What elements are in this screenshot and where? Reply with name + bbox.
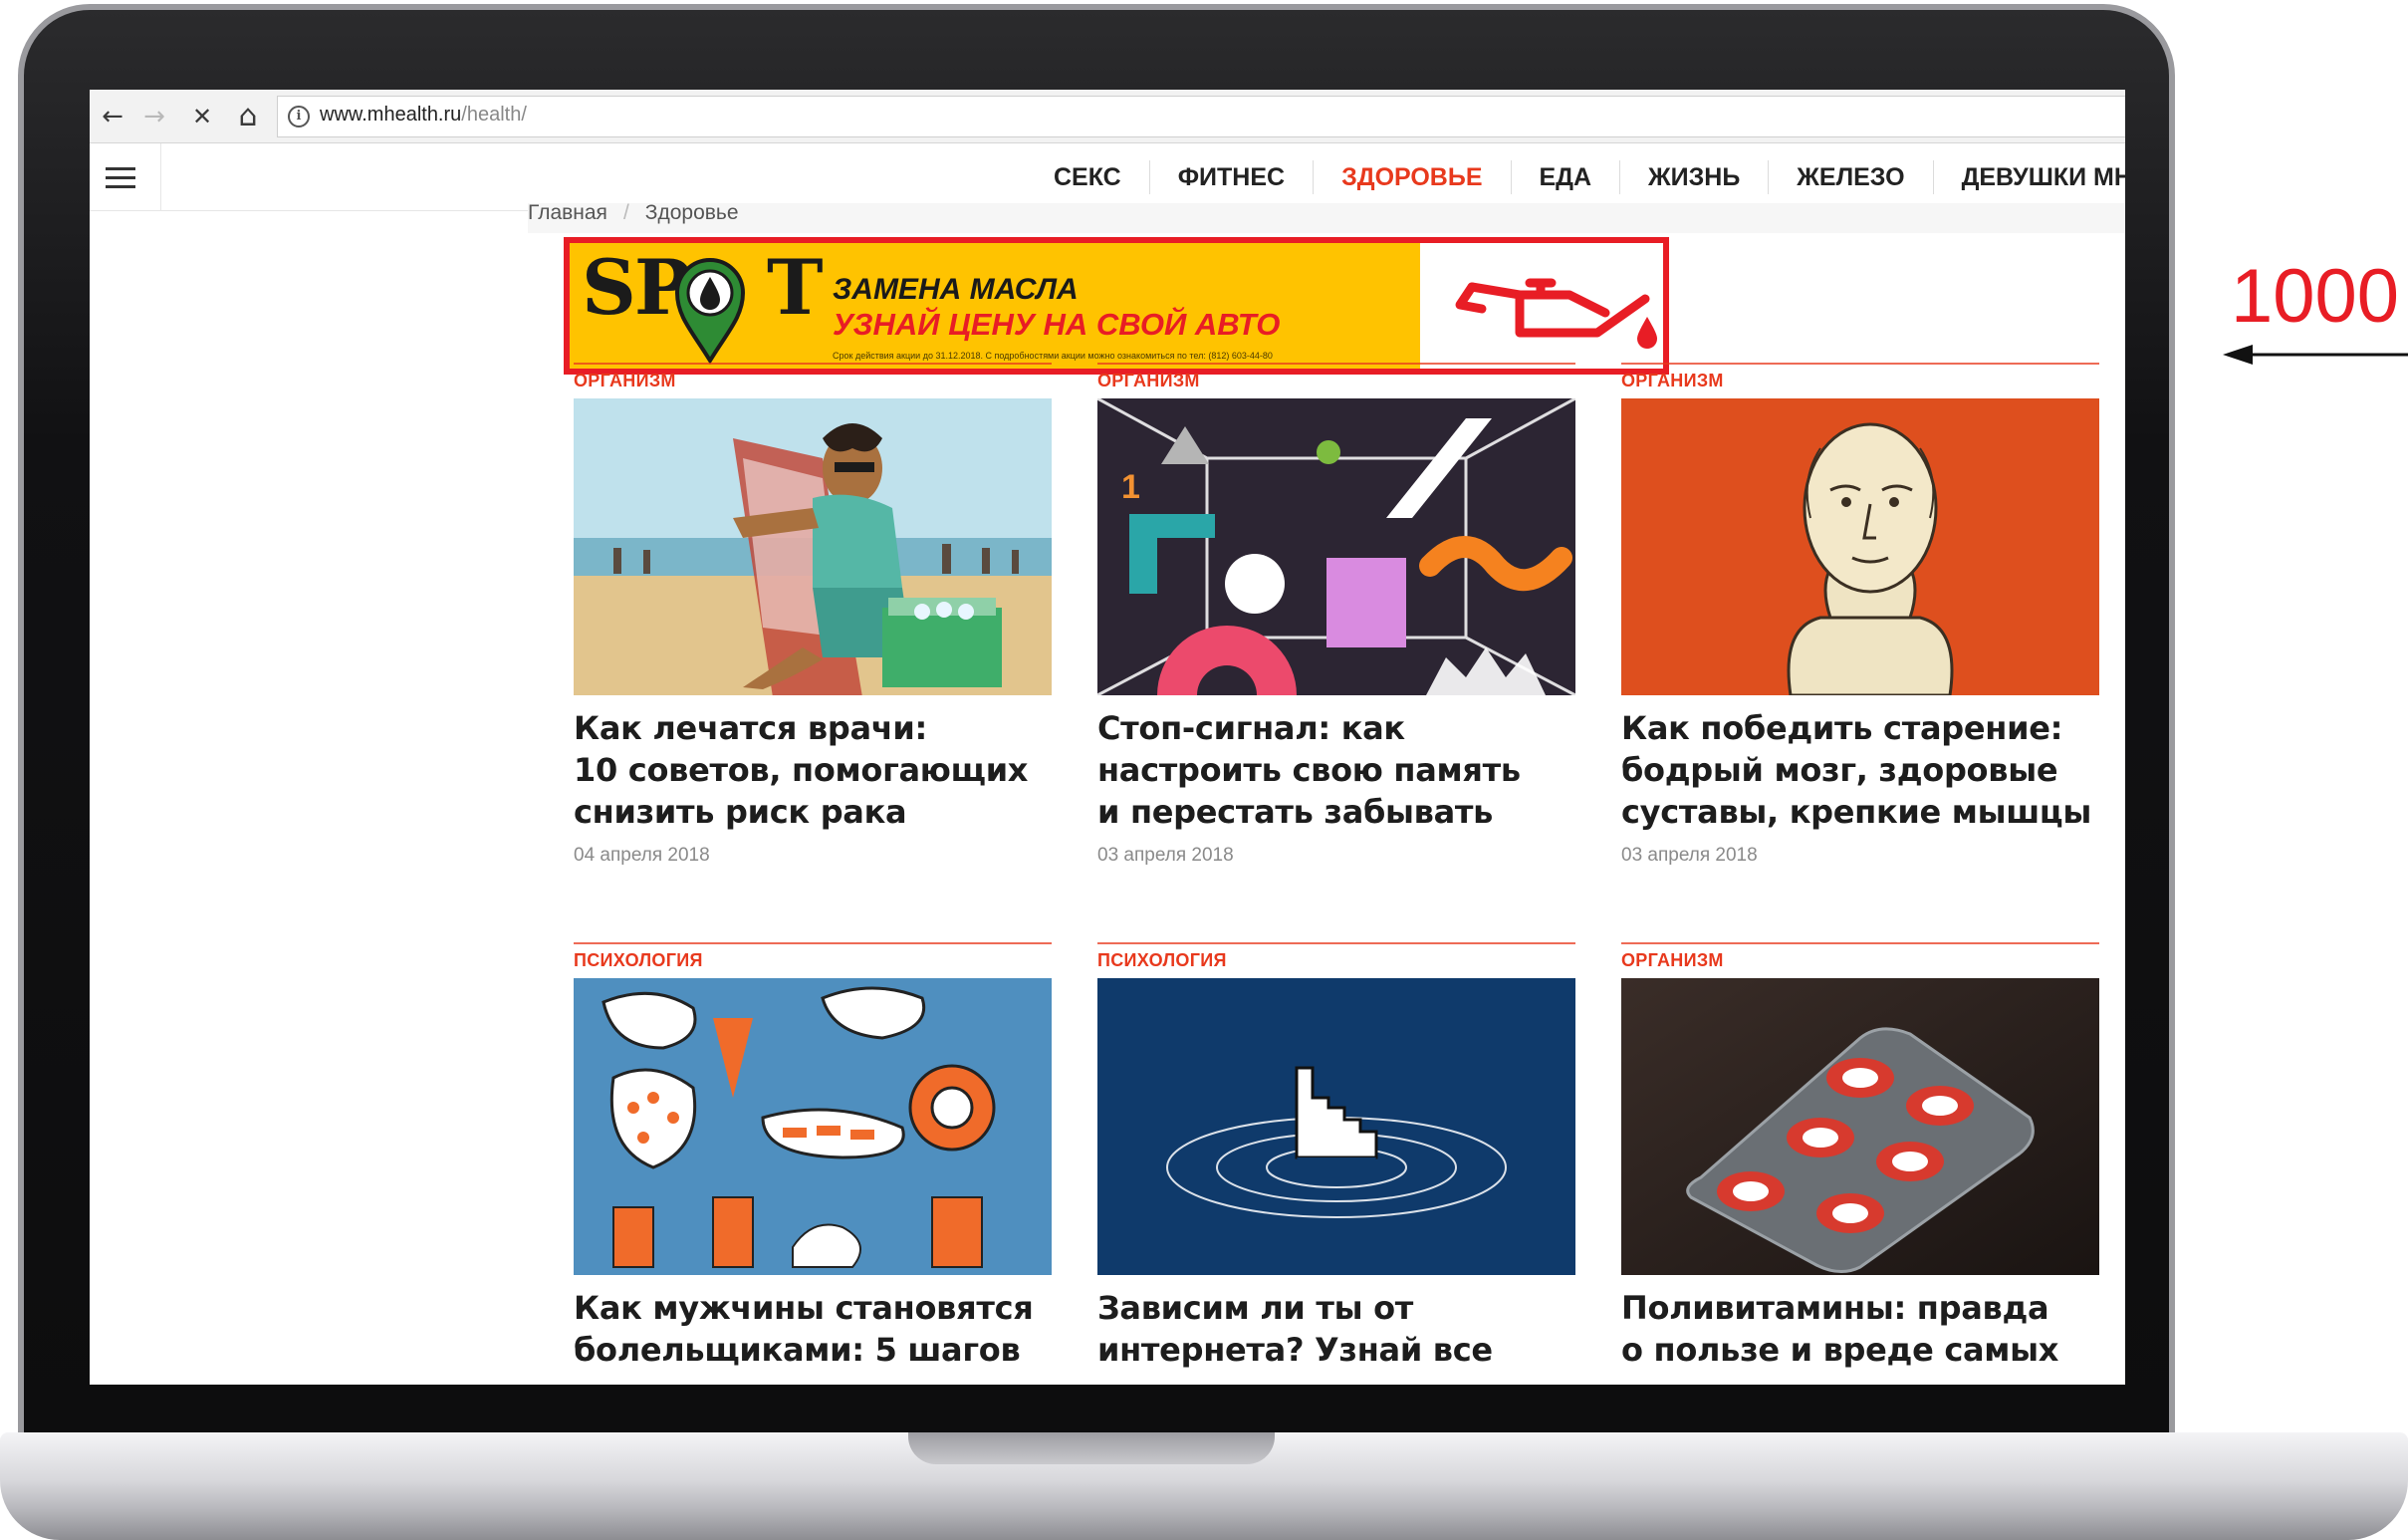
section-rule (1621, 363, 2099, 365)
fans-illustration (574, 978, 1052, 1275)
article-title[interactable]: Как мужчины становятся болельщиками: 5 ш… (574, 1287, 1056, 1371)
article-date: 03 апреля 2018 (1097, 845, 1234, 866)
article-category[interactable]: ОРГАНИЗМ (1621, 950, 1724, 971)
article-category[interactable]: ОРГАНИЗМ (1097, 371, 1200, 391)
article-category[interactable]: ОРГАНИЗМ (1621, 371, 1724, 391)
forward-icon[interactable]: → (137, 100, 171, 133)
oil-drop-pin-icon (674, 258, 746, 365)
url-path: /health/ (461, 104, 527, 126)
breadcrumb-separator: / (622, 201, 629, 224)
section-rule (1621, 942, 2099, 944)
stop-icon[interactable]: ✕ (185, 100, 219, 133)
nav-item[interactable]: ЖИЗНЬ (1619, 160, 1768, 194)
ad-banner[interactable]: SP T ЗАМЕНА МАСЛА УЗНАЙ ЦЕНУ НА СВОЙ АВТО… (564, 237, 1669, 375)
home-icon[interactable]: ⌂ (231, 100, 265, 133)
laptop-notch (908, 1432, 1275, 1464)
main-nav: СЕКС ФИТНЕС ЗДОРОВЬЕ ЕДА ЖИЗНЬ ЖЕЛЕЗО ДЕВУШКИ … (1026, 143, 2125, 211)
ad-logo-tail: T (767, 243, 824, 332)
article-category[interactable]: ПСИХОЛОГИЯ (574, 950, 703, 971)
article-title[interactable]: Поливитамины: правда о пользе и вреде са… (1621, 1287, 2103, 1371)
svg-text:1: 1 (1121, 468, 1140, 506)
url-text: www.mhealth.ru/health/ (320, 104, 527, 127)
article-image-fans[interactable] (574, 978, 1052, 1275)
nav-item[interactable]: СЕКС (1026, 160, 1149, 194)
nav-item[interactable]: ФИТНЕС (1148, 160, 1313, 194)
article-category[interactable]: ОРГАНИЗМ (574, 371, 676, 391)
nav-item[interactable]: ЖЕЛЕЗО (1768, 160, 1932, 194)
browser-screen: ← → ✕ ⌂ i www.mhealth.ru/health/ СЕКС ФИТ… (90, 90, 2125, 1385)
section-rule (574, 363, 1052, 365)
browser-toolbar: ← → ✕ ⌂ i www.mhealth.ru/health/ (90, 90, 2125, 143)
site-info-icon[interactable]: i (288, 106, 310, 128)
breadcrumb-current: Здоровье (644, 201, 739, 224)
ad-subtitle: УЗНАЙ ЦЕНУ НА СВОЙ АВТО (833, 307, 1281, 342)
breadcrumb: Главная / Здоровье (528, 201, 739, 225)
nav-item[interactable]: ЗДОРОВЬЕ (1313, 160, 1510, 194)
section-rule (1097, 363, 1575, 365)
article-image-bust[interactable] (1621, 398, 2099, 695)
section-rule (1097, 942, 1575, 944)
ad-title: ЗАМЕНА МАСЛА (833, 273, 1079, 306)
shapes-illustration: 1 (1097, 398, 1575, 695)
article-image-beach-doctor[interactable] (574, 398, 1052, 695)
article-title[interactable]: Зависим ли ты от интернета? Узнай все (1097, 1287, 1579, 1371)
width-annotation-label: 1000 (2231, 254, 2400, 339)
menu-icon[interactable] (90, 143, 161, 211)
bust-illustration (1621, 398, 2099, 695)
oil-can-icon (1455, 278, 1657, 349)
sinking-cursor-illustration (1097, 978, 1575, 1275)
left-arrow-icon (2223, 345, 2408, 365)
url-host: www.mhealth.ru (320, 104, 462, 126)
beach-illustration (574, 398, 1052, 695)
article-title[interactable]: Как лечатся врачи: 10 советов, помогающи… (574, 707, 1056, 833)
article-image-sinking-cursor[interactable] (1097, 978, 1575, 1275)
article-image-pill-blister[interactable] (1621, 978, 2099, 1275)
breadcrumb-strip (528, 203, 2125, 233)
back-icon[interactable]: ← (96, 100, 129, 133)
nav-item[interactable]: ЕДА (1510, 160, 1620, 194)
breadcrumb-home-link[interactable]: Главная (528, 201, 607, 224)
article-category[interactable]: ПСИХОЛОГИЯ (1097, 950, 1227, 971)
ad-oil-panel (1420, 243, 1663, 369)
address-bar[interactable]: i www.mhealth.ru/health/ (277, 96, 2125, 137)
site-header: СЕКС ФИТНЕС ЗДОРОВЬЕ ЕДА ЖИЗНЬ ЖЕЛЕЗО ДЕВУШКИ … (90, 143, 2125, 211)
article-image-memory-shapes[interactable]: 1 (1097, 398, 1575, 695)
nav-item[interactable]: ДЕВУШКИ МН (1932, 160, 2125, 194)
article-date: 03 апреля 2018 (1621, 845, 1758, 866)
pill-blister-illustration (1621, 978, 2099, 1275)
article-title[interactable]: Как победить старение: бодрый мозг, здор… (1621, 707, 2103, 833)
article-title[interactable]: Стоп-сигнал: как настроить свою память и… (1097, 707, 1579, 833)
ad-fine-print: Срок действия акции до 31.12.2018. С под… (833, 351, 1273, 361)
article-date: 04 апреля 2018 (574, 845, 710, 866)
section-rule (574, 942, 1052, 944)
